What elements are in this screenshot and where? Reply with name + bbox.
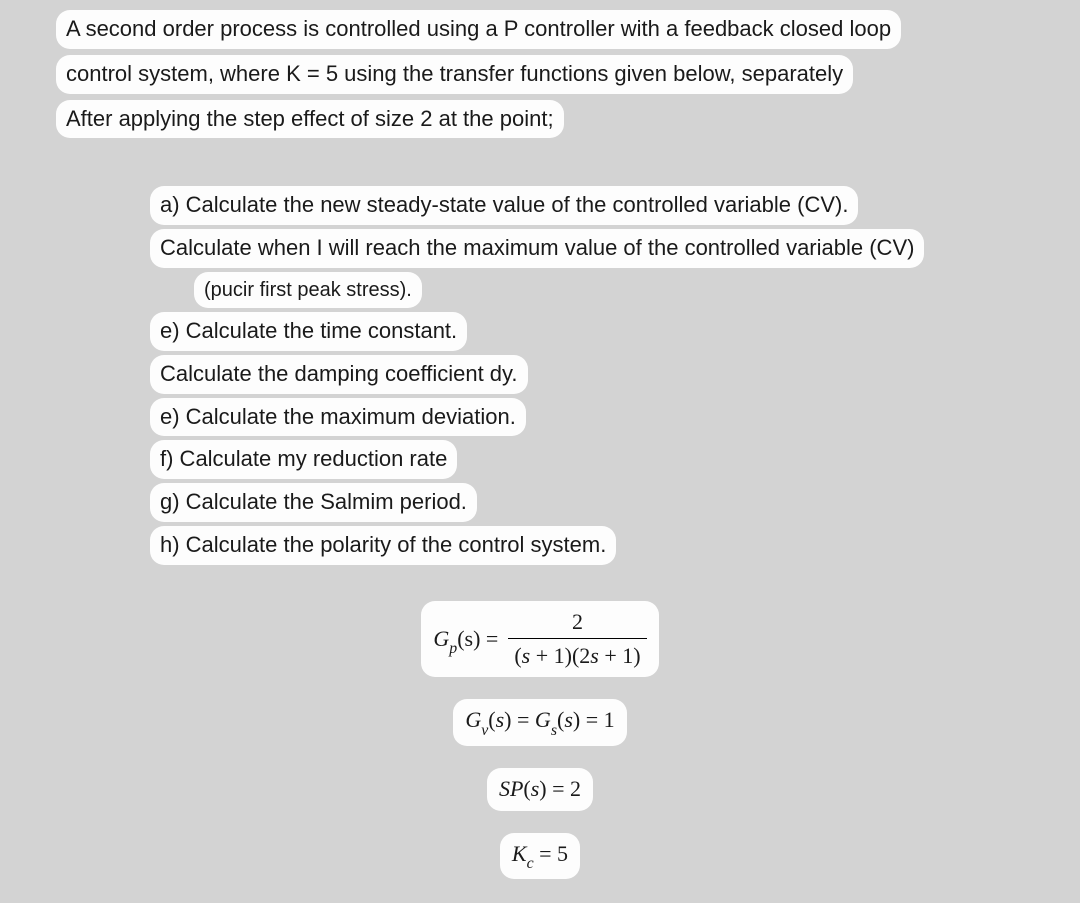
gs-G: G — [535, 707, 551, 732]
intro-line-2: control system, where K = 5 using the tr… — [56, 55, 853, 94]
intro-line-1: A second order process is controlled usi… — [56, 10, 901, 49]
gp-sub-p: p — [449, 640, 457, 657]
eq-sign-1: = — [512, 707, 535, 732]
gv-sub-v: v — [481, 722, 488, 739]
problem-intro: A second order process is controlled usi… — [56, 10, 1080, 138]
kc-eq-5: = 5 — [534, 841, 568, 866]
question-h: h) Calculate the polarity of the control… — [150, 526, 616, 565]
gp-fraction: 2 (s + 1)(2s + 1) — [508, 607, 646, 672]
question-e1: e) Calculate the time constant. — [150, 312, 467, 351]
kc-K: K — [512, 841, 527, 866]
question-e2: e) Calculate the maximum deviation. — [150, 398, 526, 437]
formula-gp: Gp(s) = 2 (s + 1)(2s + 1) — [421, 601, 658, 678]
formula-kc: Kc = 5 — [500, 833, 580, 880]
question-damping: Calculate the damping coefficient dy. — [150, 355, 528, 394]
gp-G: G — [433, 626, 449, 651]
formula-gv-gs: Gv(s) = Gs(s) = 1 — [453, 699, 626, 746]
gs-s-paren: (s) — [557, 707, 580, 732]
kc-sub-c: c — [527, 855, 534, 872]
gp-denominator: (s + 1)(2s + 1) — [508, 638, 646, 672]
question-f: f) Calculate my reduction rate — [150, 440, 457, 479]
gv-s-paren: (s) — [488, 707, 511, 732]
gv-G: G — [465, 707, 481, 732]
question-note: (pucir first peak stress). — [194, 272, 422, 308]
gp-s-eq: (s) = — [457, 626, 498, 651]
question-a1: a) Calculate the new steady-state value … — [150, 186, 858, 225]
question-list: a) Calculate the new steady-state value … — [150, 186, 1080, 564]
question-g: g) Calculate the Salmim period. — [150, 483, 477, 522]
formula-sp: SP(s) = 2 — [487, 768, 593, 811]
gp-numerator: 2 — [508, 607, 646, 638]
gs-sub-s: s — [551, 722, 557, 739]
formula-block: Gp(s) = 2 (s + 1)(2s + 1) Gv(s) = Gs(s) … — [0, 601, 1080, 880]
intro-line-3: After applying the step effect of size 2… — [56, 100, 564, 139]
eq-one: = 1 — [580, 707, 614, 732]
question-a2: Calculate when I will reach the maximum … — [150, 229, 924, 268]
